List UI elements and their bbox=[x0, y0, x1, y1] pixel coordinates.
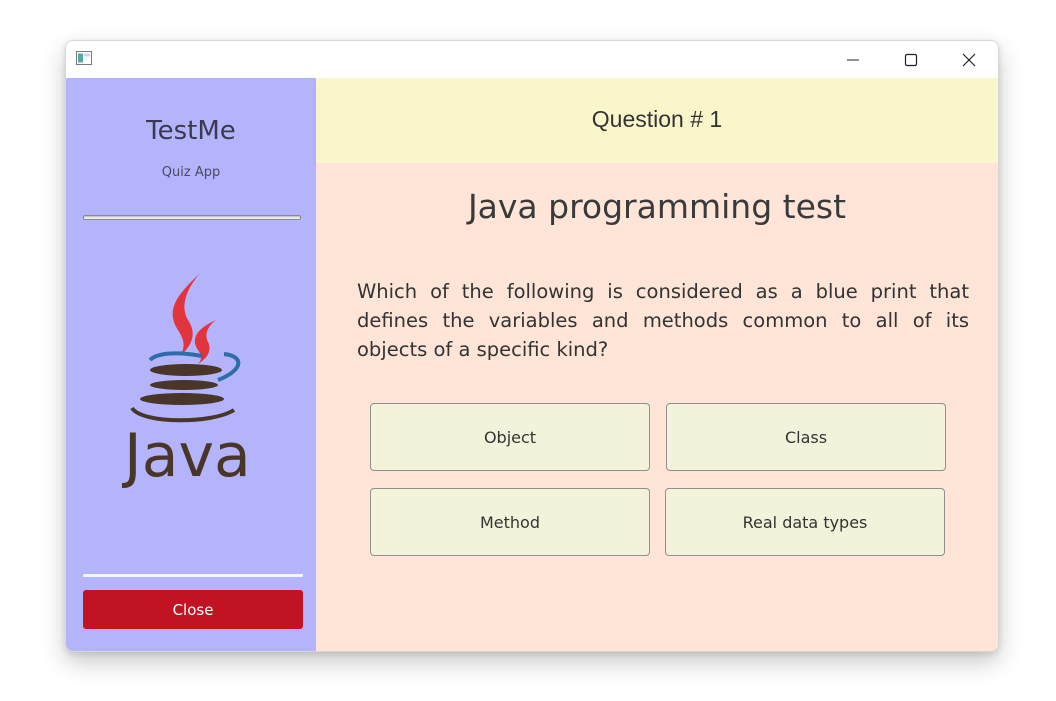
question-number: Question # 1 bbox=[591, 106, 723, 132]
quiz-panel: Java programming test Which of the follo… bbox=[316, 163, 998, 651]
maximize-icon bbox=[904, 53, 918, 66]
window-close-button[interactable] bbox=[946, 41, 992, 78]
sidebar-separator bbox=[83, 574, 303, 577]
quiz-title: Java programming test bbox=[467, 187, 847, 226]
sidebar: TestMe Quiz App Java Close bbox=[66, 78, 316, 651]
answer-button-class[interactable]: Class bbox=[666, 403, 946, 471]
quiz-progress-bar bbox=[83, 215, 301, 220]
question-text: Which of the following is considered as … bbox=[357, 280, 969, 361]
close-icon bbox=[962, 53, 976, 66]
answer-button-real-data-types[interactable]: Real data types bbox=[665, 488, 945, 556]
app-name: TestMe bbox=[146, 116, 236, 146]
answer-button-object[interactable]: Object bbox=[370, 403, 650, 471]
question-header: Question # 1 bbox=[316, 78, 998, 163]
app-window-icon bbox=[76, 51, 92, 65]
java-logo: Java bbox=[122, 273, 251, 491]
close-button[interactable]: Close bbox=[83, 590, 303, 629]
minimize-button[interactable] bbox=[830, 41, 876, 78]
title-bar[interactable] bbox=[66, 41, 998, 78]
minimize-icon bbox=[847, 59, 859, 60]
maximize-button[interactable] bbox=[888, 41, 934, 78]
java-wordmark: Java bbox=[122, 421, 251, 491]
answer-button-method[interactable]: Method bbox=[370, 488, 650, 556]
app-subtitle: Quiz App bbox=[161, 165, 221, 180]
app-window: TestMe Quiz App Java Close Question # 1 … bbox=[65, 40, 999, 652]
